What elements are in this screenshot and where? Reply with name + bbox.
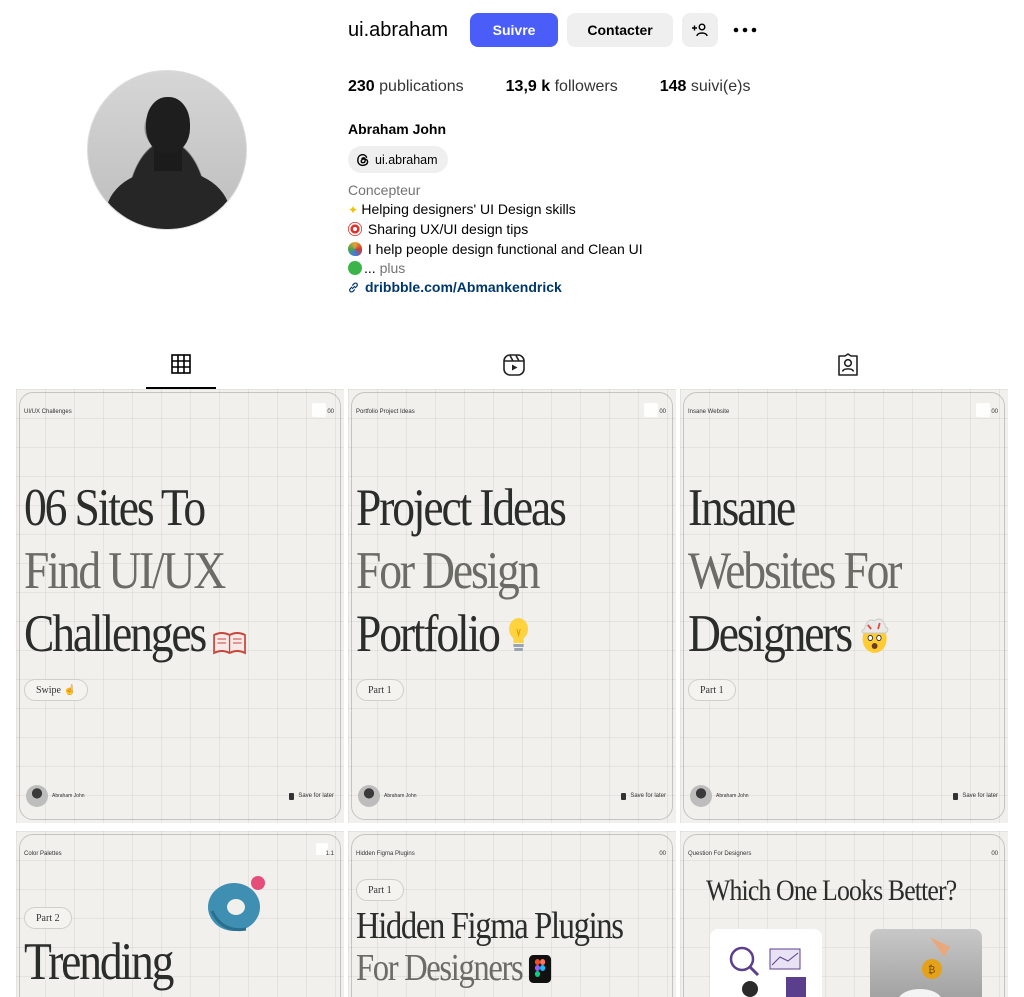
sparkles-icon: ✦	[348, 203, 362, 218]
lightbulb-icon	[506, 607, 532, 670]
author-avatar	[690, 785, 712, 807]
save-label: Save for later	[953, 792, 998, 800]
option-a-image	[710, 929, 822, 997]
post-tile[interactable]: Insane Website 00 Insane Websites For De…	[680, 389, 1008, 823]
suggest-users-button[interactable]	[682, 13, 719, 47]
green-circle-icon	[348, 260, 362, 275]
add-user-icon	[692, 23, 708, 37]
post-chip: Part 1	[356, 879, 404, 901]
post-chip: Part 1	[688, 679, 736, 701]
more-options-button[interactable]	[727, 13, 763, 47]
target-icon	[348, 222, 362, 237]
bio-more[interactable]: ... plus	[348, 259, 643, 278]
post-number: 00	[991, 409, 998, 415]
author-avatar	[26, 785, 48, 807]
hand-icon: ☝	[63, 684, 76, 696]
follow-button[interactable]: Suivre	[470, 13, 559, 47]
post-number: 1.1	[325, 851, 334, 857]
link-icon	[349, 282, 358, 293]
post-tag: Color Palettes	[24, 851, 62, 857]
profile-username: ui.abraham	[348, 18, 449, 41]
bookmark-icon	[621, 792, 627, 800]
post-chip: Part 2	[24, 907, 72, 929]
post-tile[interactable]: Color Palettes 1.1 Part 2 Trending	[16, 831, 344, 997]
profile-bio: Concepteur ✦ Helping designers' UI Desig…	[348, 181, 643, 297]
post-footer: Abraham John Save for later	[26, 785, 334, 807]
post-number: 00	[991, 851, 998, 857]
bio-line: I help people design functional and Clea…	[348, 240, 643, 259]
post-headline: 06 Sites To Find UI/UX Challenges	[24, 477, 246, 670]
tagged-icon	[838, 353, 858, 376]
profile-tabs	[16, 340, 1014, 390]
reels-icon	[503, 354, 525, 376]
post-number: 00	[659, 409, 666, 415]
carousel-icon	[644, 403, 658, 417]
post-tag: Hidden Figma Plugins	[356, 851, 415, 857]
threads-badge[interactable]: ui.abraham	[348, 146, 448, 173]
followers-count[interactable]: 13,9 k followers	[506, 78, 618, 96]
profile-category: Concepteur	[348, 182, 421, 198]
author-avatar	[358, 785, 380, 807]
svg-text:₿: ₿	[928, 964, 935, 976]
post-chip: Part 1	[356, 679, 404, 701]
post-number: 00	[327, 409, 334, 415]
contact-button[interactable]: Contacter	[567, 13, 674, 47]
post-tile[interactable]: Hidden Figma Plugins 00 Part 1 Hidden Fi…	[348, 831, 676, 997]
threads-icon	[357, 153, 369, 166]
carousel-icon	[976, 403, 990, 417]
post-number: 00	[659, 851, 666, 857]
post-tag: Insane Website	[688, 409, 730, 415]
author-name: Abraham John	[52, 792, 85, 799]
bio-line: ✦ Helping designers' UI Design skills	[348, 201, 576, 218]
post-chip: Swipe ☝	[24, 679, 88, 701]
posts-count: 230 publications	[348, 78, 464, 95]
carousel-icon	[312, 403, 326, 417]
bookmark-icon	[953, 792, 959, 800]
author-name: Abraham John	[716, 792, 749, 799]
grid-icon	[171, 354, 191, 374]
torus-3d-icon	[202, 871, 268, 937]
save-label: Save for later	[621, 792, 666, 800]
bio-line: Sharing UX/UI design tips	[348, 220, 643, 239]
post-footer: Abraham John Save for later	[690, 785, 998, 807]
post-headline: Hidden Figma Plugins For Designers	[356, 905, 624, 992]
tab-tagged[interactable]	[813, 341, 883, 389]
following-count[interactable]: 148 suivi(e)s	[660, 78, 751, 96]
option-b-image: ₿	[870, 929, 982, 997]
exploding-head-icon	[858, 607, 892, 670]
profile-stats: 230 publications 13,9 k followers 148 su…	[348, 78, 792, 96]
profile-avatar[interactable]	[87, 70, 247, 230]
profile-action-bar: ui.abraham Suivre Contacter	[348, 13, 772, 47]
bookmark-icon	[289, 792, 295, 800]
more-icon	[733, 27, 757, 33]
palette-icon	[348, 241, 362, 256]
post-tile[interactable]: Portfolio Project Ideas 00 Project Ideas…	[348, 389, 676, 823]
post-tag: Question For Designers	[688, 851, 752, 857]
post-tag: UI/UX Challenges	[24, 409, 72, 415]
figma-icon	[529, 950, 552, 992]
author-name: Abraham John	[384, 792, 417, 799]
book-icon	[212, 607, 246, 670]
post-headline: Trending	[24, 933, 174, 991]
threads-handle: ui.abraham	[375, 152, 438, 167]
profile-full-name: Abraham John	[348, 121, 447, 137]
post-headline: Which One Looks Better?	[706, 874, 957, 907]
profile-link[interactable]: dribbble.com/Abmankendrick	[348, 278, 643, 297]
post-headline: Insane Websites For Designers	[688, 477, 902, 670]
post-footer: Abraham John Save for later	[358, 785, 666, 807]
post-headline: Project Ideas For Design Portfolio	[356, 477, 567, 670]
post-tile[interactable]: UI/UX Challenges 00 06 Sites To Find UI/…	[16, 389, 344, 823]
tab-reels[interactable]	[479, 341, 549, 389]
save-label: Save for later	[289, 792, 334, 800]
post-tag: Portfolio Project Ideas	[356, 409, 415, 415]
tab-posts[interactable]	[146, 341, 216, 389]
post-tile[interactable]: Question For Designers 00 Which One Look…	[680, 831, 1008, 997]
